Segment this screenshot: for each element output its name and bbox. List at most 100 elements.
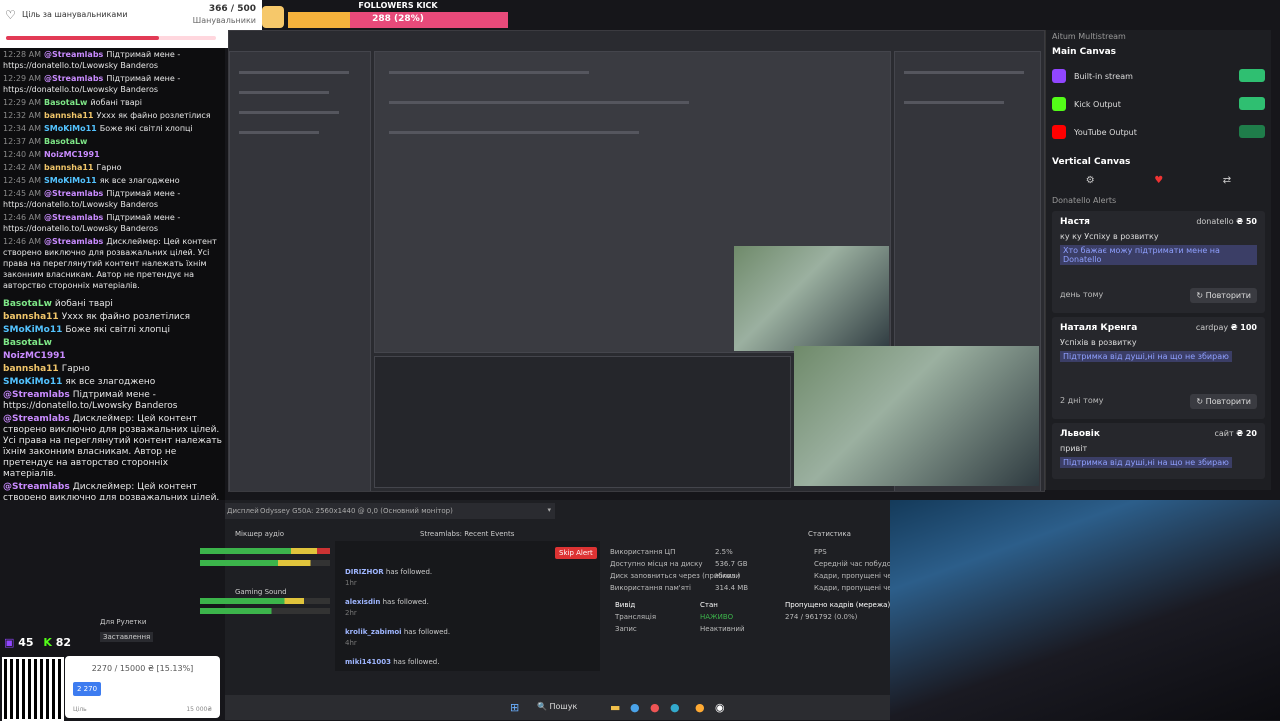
goal-progress-bar [6,36,216,40]
donation-alert: Львовік сайт ₴ 20 привіт Підтримка від д… [1052,423,1265,479]
heart-icon[interactable]: ♥ [1154,175,1163,186]
chrome-icon[interactable]: ● [695,701,705,714]
donation-time: 2 дні тому [1060,396,1104,405]
display-selector[interactable]: Дисплей Odyssey G50A: 2560x1440 @ 0,0 (О… [225,503,555,519]
stat-label: Використання ЦП [610,548,676,556]
alerts-header: Donatello Alerts [1052,196,1117,205]
goal-count: 366 / 500 [208,4,256,14]
output-toggle[interactable] [1239,125,1265,138]
replay-button[interactable]: ↻ Повторити [1190,394,1257,409]
gear-icon[interactable]: ⚙ [1086,175,1095,186]
chat-message: BasotaLw йобані тварі [0,298,225,311]
donation-goal-widget: 2270 / 15000 ₴ [15.13%] 2 270 Ціль 15 00… [65,656,220,718]
main-canvas-title: Main Canvas [1052,47,1117,57]
stat-value: 2.5% [715,548,733,556]
output-toggle[interactable] [1239,69,1265,82]
chat-message: 12:37 AM BasotaLw [0,135,225,148]
event-time: 2hr [345,609,357,617]
edge-icon[interactable]: ● [630,701,640,714]
donation-amount: cardpay ₴ 100 [1195,323,1257,332]
chat-user: BasotaLw [43,137,88,146]
donation-alert: Настя donatello ₴ 50 ку ку Успіху в розв… [1052,211,1265,313]
event-item: krolik_zabimoi has followed. 4hr [345,628,585,647]
kick-icon [1052,97,1066,111]
source-item[interactable]: Заставлення [100,632,154,642]
chat-user: bannsha11 [43,111,94,120]
chat-message: @Streamlabs Підтримай мене - https://dona… [0,389,225,413]
chat-text: Гарно [96,163,122,172]
chat-time: 12:46 AM [3,237,41,246]
chat-panel[interactable]: 12:28 AM @Streamlabs Підтримай мене - http… [0,48,225,500]
chat-user: bannsha11 [3,312,59,322]
mixer-title: Мікшер аудіо [235,530,285,538]
followers-kick-label: FOLLOWERS KICK [358,1,438,10]
chat-text: як все злагоджено [65,377,156,387]
chat-message: 12:45 AM SMoKiMo11 як все злагоджено [0,174,225,187]
donation-highlight: Підтримка від душі,ні на що не збираю [1060,457,1232,468]
taskbar-search[interactable]: 🔍 Пошук [537,702,577,711]
followers-kick-value: 288 (28%) [372,14,424,24]
output-drop: 274 / 961792 (0.0%) [785,613,858,621]
event-item: alexisdin has followed. 2hr [345,598,585,617]
stat-label: Середній час побудови [814,560,900,568]
chat-user: BasotaLw [3,299,52,309]
stat-label: Використання пам'яті [610,584,691,592]
link-icon[interactable]: ⇄ [1223,175,1231,186]
replay-button[interactable]: ↻ Повторити [1190,288,1257,303]
chat-time: 12:42 AM [3,163,41,172]
chat-time: 12:34 AM [3,124,41,133]
output-kick[interactable]: Kick Output [1052,91,1265,117]
output-youtube[interactable]: YouTube Output [1052,119,1265,145]
chat-message: @Streamlabs Дисклеймер: Цей контент створ… [0,413,225,481]
chat-user: bannsha11 [43,163,94,172]
stat-value: 314.4 MB [715,584,749,592]
event-item: miki141003 has followed. [345,658,585,669]
windows-start-icon[interactable]: ⊞ [510,701,519,714]
chat-message: SMoKiMo11 як все злагоджено [0,376,225,389]
stat-value: 536.7 GB [715,560,748,568]
chat-message: 12:46 AM @Streamlabs Підтримай мене - http… [0,211,225,235]
output-state: Неактивний [700,625,745,633]
donation-amount: donatello ₴ 50 [1196,217,1257,226]
donation-badge: 2 270 [73,682,102,696]
output-header: Вивід [615,601,636,609]
output-toggle[interactable] [1239,97,1265,110]
chat-user: SMoKiMo11 [3,377,63,387]
output-built-in-stream[interactable]: Built-in stream [1052,63,1265,89]
heart-badge-icon [262,6,284,28]
event-action: has followed. [393,658,440,666]
chat-user: @Streamlabs [43,189,104,198]
chat-user: BasotaLw [3,338,52,348]
chat-text: Гарно [61,364,90,374]
heart-icon: ♡ [5,8,16,22]
taskbar: ⊞ 🔍 Пошук ▬ ● ● ● ● ◉ [225,695,890,720]
followers-kick-bar: 288 (28%) [288,12,508,28]
audio-meter [200,598,330,604]
stat-label: Доступно місця на диску [610,560,703,568]
telegram-icon[interactable]: ● [670,701,680,714]
goal-title: Ціль за шанувальниками [22,10,128,19]
donation-highlight: Підтримка від душі,ні на що не збираю [1060,351,1232,362]
event-action: has followed. [385,568,433,576]
obs-icon[interactable]: ◉ [715,701,725,714]
followers-goal-widget: ♡ Ціль за шанувальниками 366 / 500 Шанув… [0,0,262,48]
donation-time: день тому [1060,290,1104,299]
output-name: Запис [615,625,637,633]
webcam-feed [890,500,1280,720]
chat-message: 12:29 AM BasotaLw йобані тварі [0,96,225,109]
source-item[interactable]: Для Рулетки [100,618,146,626]
donation-alert: Наталя Кренга cardpay ₴ 100 Успіхів в ро… [1052,317,1265,419]
vertical-canvas-title: Vertical Canvas [1052,157,1131,167]
chat-user: @Streamlabs [43,213,104,222]
chat-time: 12:40 AM [3,150,41,159]
donation-highlight: Хто бажає можу підтримати мене на Donate… [1060,245,1257,265]
chat-message: 12:40 AM NoizMC1991 [0,148,225,161]
folder-icon[interactable]: ▬ [610,701,620,714]
donation-message: ку ку Успіху в розвитку [1060,232,1159,241]
chat-message: BasotaLw [0,337,225,350]
skip-alert-button[interactable]: Skip Alert [555,547,597,559]
app-icon[interactable]: ● [650,701,660,714]
output-header: Стан [700,601,718,609]
event-action: has followed. [403,628,451,636]
chat-time: 12:45 AM [3,189,41,198]
